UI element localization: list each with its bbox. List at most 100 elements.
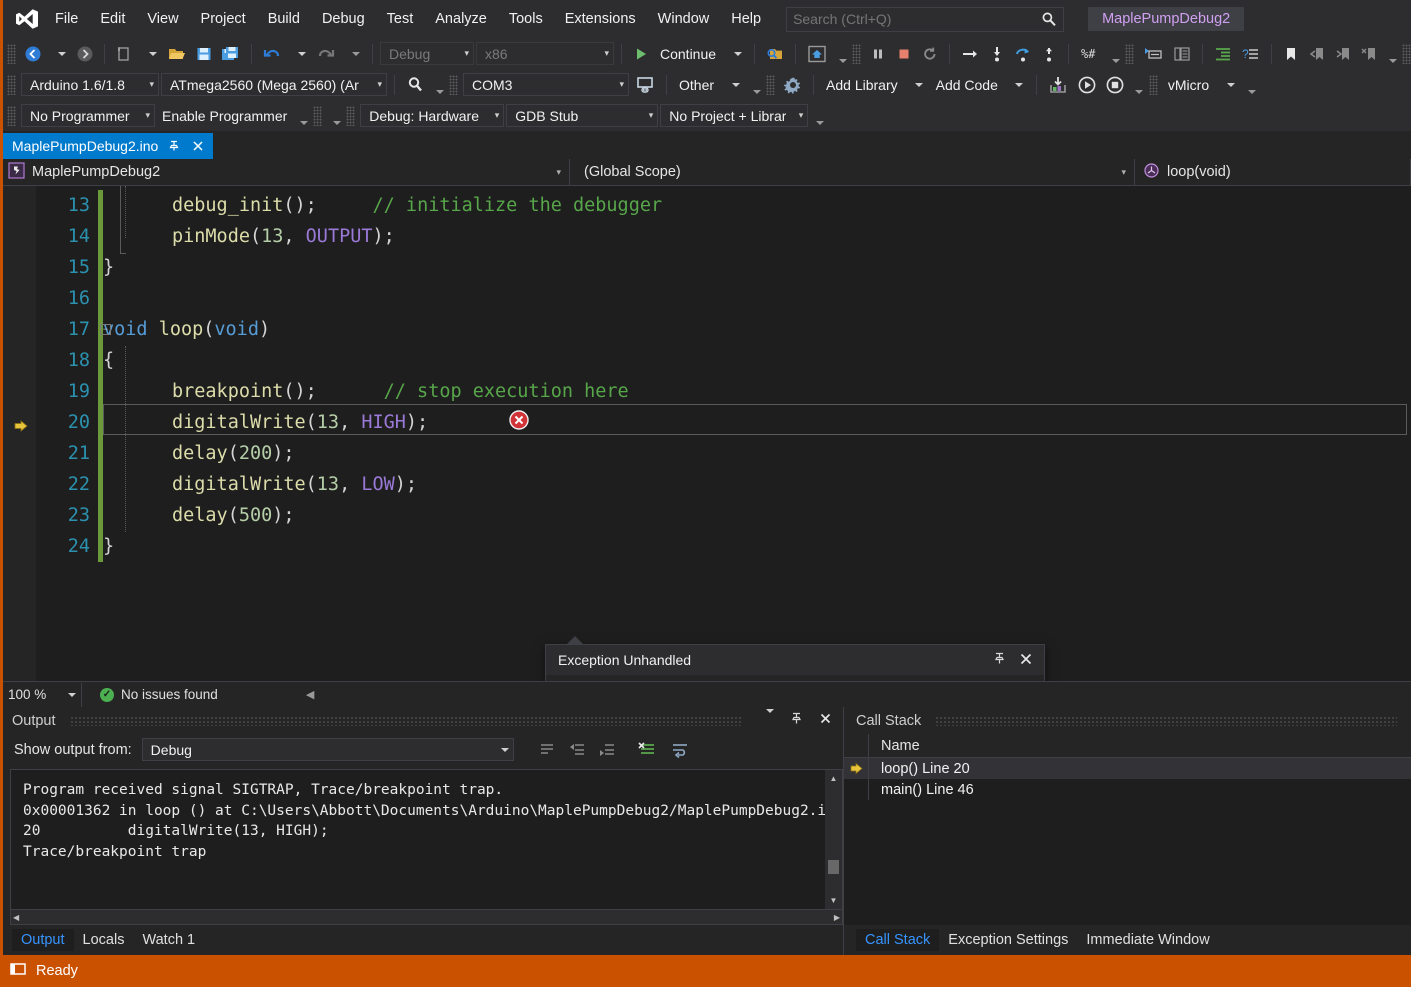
find-message-icon[interactable] xyxy=(534,738,560,762)
other-dropdown[interactable] xyxy=(721,73,745,97)
tab-call-stack[interactable]: Call Stack xyxy=(856,929,940,951)
menu-test[interactable]: Test xyxy=(376,6,425,32)
tab-watch-1[interactable]: Watch 1 xyxy=(133,929,204,951)
serial-monitor-icon[interactable] xyxy=(631,73,659,97)
pin-icon[interactable] xyxy=(985,652,1014,668)
menu-extensions[interactable]: Extensions xyxy=(554,6,647,32)
navbar-member-combo[interactable]: loop(void) xyxy=(1135,158,1411,186)
scroll-up-arrow-icon[interactable]: ▲ xyxy=(825,770,842,787)
solution-platform-combo[interactable]: x86 ▾ xyxy=(476,42,614,65)
menu-analyze[interactable]: Analyze xyxy=(424,6,498,32)
close-icon[interactable] xyxy=(190,138,206,154)
programmer-combo[interactable]: No Programmer ▾ xyxy=(21,104,155,127)
menu-help[interactable]: Help xyxy=(720,6,772,32)
tab-immediate-window[interactable]: Immediate Window xyxy=(1077,929,1218,951)
board-explorer-icon[interactable] xyxy=(402,73,428,97)
step-out-icon[interactable] xyxy=(1037,42,1061,66)
scroll-down-arrow-icon[interactable]: ▼ xyxy=(825,892,842,909)
call-stack-name-column[interactable]: Name xyxy=(869,738,920,754)
scroll-left-arrow-icon[interactable]: ◀ xyxy=(13,913,19,922)
output-vertical-scrollbar[interactable]: ▲ ▼ xyxy=(825,770,842,909)
toolbar-overflow-chevron[interactable] xyxy=(430,74,444,96)
step-over-icon[interactable] xyxy=(1011,42,1035,66)
redo-dropdown[interactable] xyxy=(341,42,365,66)
code-line[interactable]: } xyxy=(103,531,1411,562)
exception-error-icon[interactable] xyxy=(509,409,529,440)
navbar-project-combo[interactable]: MaplePumpDebug2 ▾ xyxy=(0,158,570,186)
menu-view[interactable]: View xyxy=(136,6,189,32)
home-breakpoint-icon[interactable] xyxy=(803,42,831,66)
document-tab-maplepumpdebug2[interactable]: MaplePumpDebug2.ino xyxy=(0,133,214,159)
toolbar-grip[interactable] xyxy=(346,105,356,126)
add-code-button[interactable]: Add Code xyxy=(931,73,1003,97)
vmicro-dropdown[interactable] xyxy=(1216,73,1240,97)
zoom-level-combo[interactable]: 100 % xyxy=(0,682,82,707)
toolbar-grip[interactable] xyxy=(7,74,16,95)
code-editor[interactable]: 13 14 15 16 17 18 19 20 21 22 23 24 − debug_init();… xyxy=(0,186,1411,681)
scrollbar-thumb[interactable] xyxy=(828,860,839,874)
panel-menu-icon[interactable] xyxy=(756,708,779,729)
toggle-bookmark-icon[interactable] xyxy=(1279,42,1303,66)
code-line[interactable]: delay(200); xyxy=(103,438,1411,469)
menu-project[interactable]: Project xyxy=(190,6,257,32)
code-line[interactable]: } xyxy=(103,252,1411,283)
menu-debug[interactable]: Debug xyxy=(311,6,376,32)
step-into-icon[interactable] xyxy=(985,42,1009,66)
fold-toggle-loop[interactable]: − xyxy=(100,314,111,345)
serial-port-combo[interactable]: COM3 ▾ xyxy=(463,73,629,96)
new-item-icon[interactable] xyxy=(112,42,136,66)
toolbar-grip[interactable] xyxy=(7,105,16,126)
toolbar-overflow-chevron[interactable] xyxy=(294,105,308,127)
continue-dropdown[interactable] xyxy=(723,42,747,66)
gear-icon[interactable] xyxy=(780,73,806,97)
previous-bookmark-icon[interactable] xyxy=(1305,42,1329,66)
save-all-icon[interactable] xyxy=(218,42,244,66)
menu-tools[interactable]: Tools xyxy=(498,6,554,32)
pin-icon[interactable] xyxy=(166,138,182,154)
debug-scope-combo[interactable]: No Project + Librar ▾ xyxy=(660,104,809,127)
search-input[interactable] xyxy=(793,11,1058,27)
next-bookmark-icon[interactable] xyxy=(1331,42,1355,66)
toolbar-grip[interactable] xyxy=(313,105,323,126)
search-icon[interactable] xyxy=(1041,11,1057,32)
menu-edit[interactable]: Edit xyxy=(89,6,136,32)
editor-code-area[interactable]: − debug_init(); // initialize the debugg… xyxy=(100,186,1411,681)
toolbar-overflow-chevron[interactable] xyxy=(1383,43,1397,65)
toggle-word-wrap-icon[interactable] xyxy=(666,738,694,762)
show-next-statement-icon[interactable] xyxy=(957,42,983,66)
upload-icon[interactable] xyxy=(1044,73,1072,97)
find-in-files-icon[interactable] xyxy=(762,42,788,66)
toolbar-overflow-chevron[interactable] xyxy=(1130,74,1144,96)
toolbar-grip[interactable] xyxy=(852,43,862,64)
vmicro-menu-button[interactable]: vMicro xyxy=(1163,73,1214,97)
output-text-area[interactable]: Program received signal SIGTRAP, Trace/b… xyxy=(10,769,843,910)
code-line[interactable]: breakpoint(); // stop execution here xyxy=(103,376,1411,407)
add-library-button[interactable]: Add Library xyxy=(821,73,903,97)
increase-indent-icon[interactable] xyxy=(1210,42,1236,66)
quick-launch-search[interactable] xyxy=(786,6,1065,32)
quick-replace-icon[interactable]: ? xyxy=(1238,42,1264,66)
toolbar-grip[interactable] xyxy=(1148,74,1158,95)
code-line[interactable]: { xyxy=(103,345,1411,376)
restart-icon[interactable] xyxy=(918,42,942,66)
debug-stop-icon[interactable] xyxy=(1102,73,1128,97)
undo-dropdown[interactable] xyxy=(287,42,311,66)
clear-bookmarks-icon[interactable] xyxy=(1357,42,1381,66)
exception-helper-popup[interactable]: Exception Unhandled Trace/breakpoint tra… xyxy=(545,636,1045,681)
undo-icon[interactable] xyxy=(259,42,285,66)
code-line[interactable]: pinMode(13, OUTPUT); xyxy=(103,221,1411,252)
output-horizontal-scrollbar[interactable]: ◀ ▶ xyxy=(10,910,843,925)
go-to-next-message-icon[interactable] xyxy=(594,738,620,762)
continue-play-icon[interactable] xyxy=(629,42,653,66)
comment-selection-icon[interactable] xyxy=(1139,42,1167,66)
uncomment-selection-icon[interactable] xyxy=(1169,42,1195,66)
editor-indicator-margin[interactable] xyxy=(0,186,36,681)
tab-output[interactable]: Output xyxy=(12,929,74,951)
arduino-ide-version-combo[interactable]: Arduino 1.6/1.8 ▾ xyxy=(21,73,159,96)
continue-button[interactable]: Continue xyxy=(655,42,721,66)
toolbar-grip[interactable] xyxy=(1402,43,1411,64)
menu-file[interactable]: File xyxy=(44,6,89,32)
menu-window[interactable]: Window xyxy=(647,6,721,32)
tab-exception-settings[interactable]: Exception Settings xyxy=(939,929,1077,951)
close-icon[interactable] xyxy=(1014,652,1038,669)
